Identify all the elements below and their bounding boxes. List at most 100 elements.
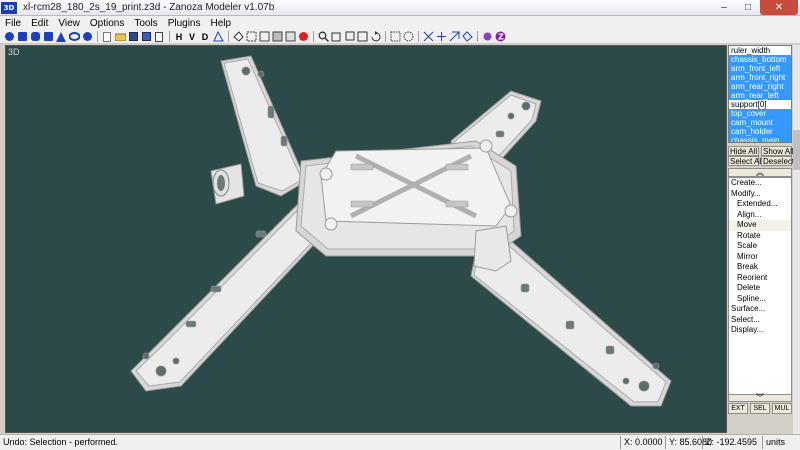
view-v-button[interactable]: V [186,31,198,43]
object-list-item[interactable]: arm_front_left [729,64,791,73]
sel-mode-button[interactable]: SEL [750,403,770,414]
save-as-icon[interactable] [140,31,152,43]
zoom-extents-icon[interactable] [330,31,342,43]
zoom-region-icon[interactable] [343,31,355,43]
object-list-item[interactable]: arm_rear_left [729,91,791,100]
object-list-item[interactable]: top_cover [729,109,791,118]
cmd-surface[interactable]: Surface... [729,304,791,315]
toolbar-separator [169,31,170,42]
object-list[interactable]: ruler_width chassis_bottom arm_front_left a… [728,45,792,143]
chassis-main [473,225,512,272]
hide-all-button[interactable]: Hide All [728,146,759,156]
zoom-icon[interactable] [317,31,329,43]
zoom-all-icon[interactable] [356,31,368,43]
title-bar: 3D xl-rcm28_180_2s_19_print.z3d - Zanoza… [0,0,800,16]
select-icon[interactable] [389,31,401,43]
cmd-create[interactable]: Create... [729,178,791,189]
cmd-align[interactable]: Align... [729,210,791,221]
menu-help[interactable]: Help [206,18,237,29]
mul-mode-button[interactable]: MUL [772,403,792,414]
object-list-item[interactable]: chassis_main [729,136,791,142]
object-list-item[interactable]: ruler_width [729,46,791,55]
3d-viewport[interactable]: 3D [5,45,727,433]
cmd-break[interactable]: Break [729,262,791,273]
rotate-tool-icon[interactable] [435,31,447,43]
scale-tool-icon[interactable] [448,31,460,43]
view-h-button[interactable]: H [173,31,185,43]
scrollbar-thumb[interactable] [793,130,800,170]
drone-model [130,55,672,407]
cmd-select[interactable]: Select... [729,315,791,326]
status-bar: Undo: Selection - performed. X: 0.0000 Y… [0,434,800,450]
rotate-icon[interactable] [369,31,381,43]
toolbar-separator [385,31,386,42]
ext-mode-button[interactable]: EXT [728,403,748,414]
cmd-display[interactable]: Display... [729,325,791,336]
export-icon[interactable] [153,31,165,43]
deselect-button[interactable]: Deselect [761,156,794,166]
cylinder-icon[interactable] [29,31,41,43]
save-icon[interactable] [127,31,139,43]
object-list-item[interactable]: arm_front_right [729,73,791,82]
minimize-button[interactable]: – [712,0,736,15]
object-list-item[interactable]: arm_rear_right [729,82,791,91]
object-list-item[interactable]: cam_mount [729,118,791,127]
cmd-move[interactable]: Move [729,220,791,231]
box-icon[interactable] [42,31,54,43]
menu-view[interactable]: View [53,18,85,29]
cmd-reorient[interactable]: Reorient [729,273,791,284]
mirror-tool-icon[interactable] [461,31,473,43]
new-file-icon[interactable] [101,31,113,43]
expand-chevron-icon[interactable]: ︾ [728,394,792,402]
maximize-button[interactable]: □ [736,0,760,15]
command-panel: Create... Modify... Extended... Align...… [728,177,792,401]
object-list-item[interactable]: chassis_bottom [729,55,791,64]
window-title: xl-rcm28_180_2s_19_print.z3d - Zanoza Mo… [23,2,275,13]
torus-icon[interactable] [68,31,80,43]
lasso-select-icon[interactable] [402,31,414,43]
cmd-spline[interactable]: Spline... [729,294,791,305]
coord-z: Z: -192.4595 [702,436,757,449]
select-all-button[interactable]: Select All [728,156,763,166]
cmd-delete[interactable]: Delete [729,283,791,294]
view-d-button[interactable]: D [199,31,211,43]
window-controls: – □ ✕ [712,0,798,15]
cmd-modify[interactable]: Modify... [729,189,791,200]
menu-bar: File Edit View Options Tools Plugins Hel… [0,16,800,30]
menu-file[interactable]: File [0,18,26,29]
status-message: Undo: Selection - performed. [3,437,119,447]
cmd-rotate[interactable]: Rotate [729,231,791,242]
render-icon[interactable] [297,31,309,43]
menu-edit[interactable]: Edit [26,18,53,29]
close-button[interactable]: ✕ [760,0,798,15]
z-icon[interactable]: Z [494,31,506,43]
wireframe-icon[interactable] [258,31,270,43]
toolbar: H V D Z [0,30,800,44]
sphere-icon[interactable] [3,31,15,43]
toolbar-separator [418,31,419,42]
torus-knot-icon[interactable] [81,31,93,43]
cmd-mirror[interactable]: Mirror [729,252,791,263]
textured-icon[interactable] [284,31,296,43]
axes-icon[interactable] [232,31,244,43]
open-file-icon[interactable] [114,31,126,43]
menu-options[interactable]: Options [85,18,129,29]
cube-icon[interactable] [16,31,28,43]
show-all-button[interactable]: Show All [761,146,794,156]
object-list-item[interactable]: cam_holder [729,127,791,136]
right-panel: ruler_width chassis_bottom arm_front_left a… [728,45,794,435]
panel-scrollbar[interactable] [793,45,800,435]
collapse-chevron-icon[interactable]: ︽ [728,168,792,177]
move-tool-icon[interactable] [422,31,434,43]
cmd-extended[interactable]: Extended... [729,199,791,210]
menu-tools[interactable]: Tools [129,18,162,29]
object-list-item[interactable]: support[0] [729,100,791,109]
menu-plugins[interactable]: Plugins [163,18,206,29]
perspective-icon[interactable] [212,31,224,43]
snap-icon[interactable] [481,31,493,43]
units-label: units [762,436,785,449]
cone-icon[interactable] [55,31,67,43]
grid-icon[interactable] [245,31,257,43]
cmd-scale[interactable]: Scale [729,241,791,252]
shaded-icon[interactable] [271,31,283,43]
